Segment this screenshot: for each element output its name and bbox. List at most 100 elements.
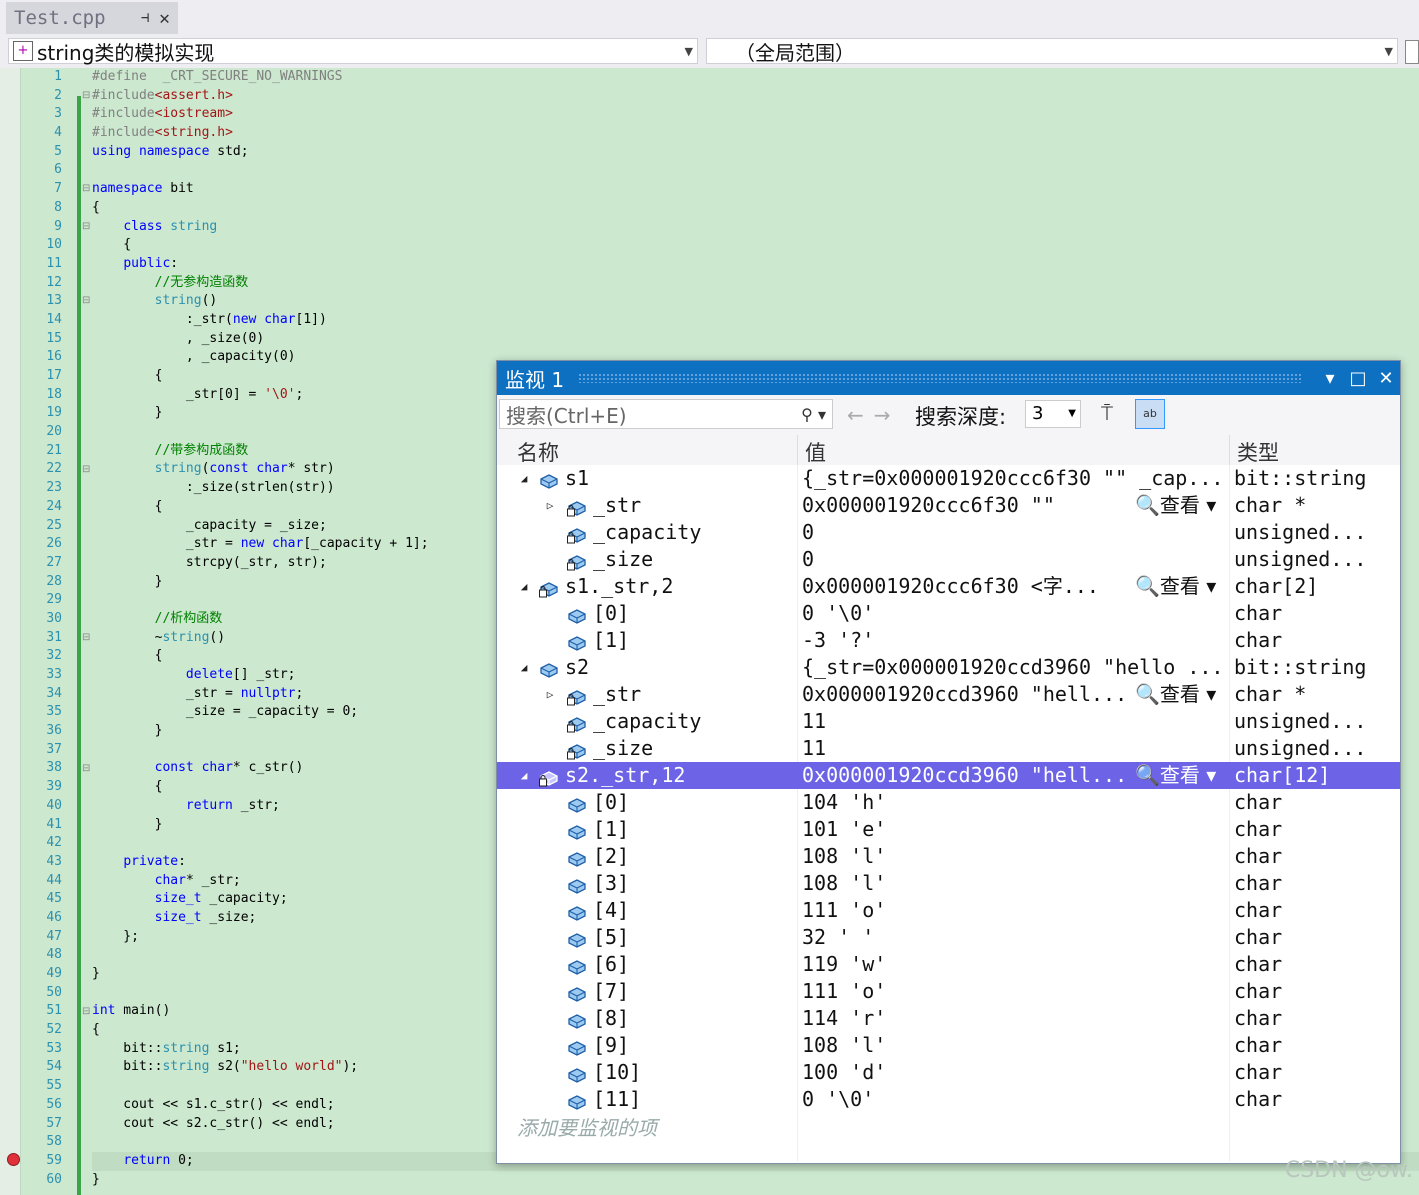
column-divider[interactable]: [1229, 435, 1230, 465]
view-visualizer-button[interactable]: 🔍查看 ▾: [1135, 681, 1216, 708]
drag-grip[interactable]: [578, 373, 1302, 383]
collapse-icon[interactable]: ⊟: [82, 221, 90, 232]
watch-row[interactable]: [0] 0 '\0' char: [497, 600, 1400, 627]
collapse-icon[interactable]: ⊟: [82, 633, 90, 643]
code-line[interactable]: , _size(0): [92, 330, 1419, 349]
code-line[interactable]: public:: [92, 255, 1419, 274]
watch-row-value[interactable]: 0 '\0': [802, 600, 1227, 627]
watch-row[interactable]: [1] -3 '?' char: [497, 627, 1400, 654]
watch-row[interactable]: [5] 32 ' ' char: [497, 924, 1400, 951]
watch-row[interactable]: [7] 111 'o' char: [497, 978, 1400, 1005]
add-watch-row[interactable]: 添加要监视的项: [497, 1115, 1400, 1142]
hex-display-icon[interactable]: ab: [1135, 399, 1165, 429]
watch-row-value[interactable]: 101 'e': [802, 816, 1227, 843]
breakpoint-icon[interactable]: [7, 1153, 20, 1166]
watch-row[interactable]: [8] 114 'r' char: [497, 1005, 1400, 1032]
watch-row-value[interactable]: 111 'o': [802, 897, 1227, 924]
code-line[interactable]: [92, 161, 1419, 180]
watch-row-value[interactable]: 11: [802, 708, 1227, 735]
watch-row[interactable]: _size 11 unsigned...: [497, 735, 1400, 762]
watch-row[interactable]: _size 0 unsigned...: [497, 546, 1400, 573]
collapse-icon[interactable]: ◢: [517, 573, 531, 600]
search-icon[interactable]: ⚲ ▾: [801, 405, 826, 424]
watch-row[interactable]: ◢ s1._str,2 0x000001920ccc6f30 <字... 🔍查看 ▾ c…: [497, 573, 1400, 600]
watch-row[interactable]: [1] 101 'e' char: [497, 816, 1400, 843]
maximize-icon[interactable]: □: [1344, 368, 1372, 389]
code-line[interactable]: using namespace std;: [92, 143, 1419, 162]
watch-row-value[interactable]: 119 'w': [802, 951, 1227, 978]
code-line[interactable]: #define _CRT_SECURE_NO_WARNINGS: [92, 68, 1419, 87]
code-line[interactable]: #include<string.h>: [92, 124, 1419, 143]
watch-row[interactable]: [11] 0 '\0' char: [497, 1086, 1400, 1113]
watch-search-input[interactable]: 搜索(Ctrl+E) ⚲ ▾: [499, 399, 833, 429]
watch-row-value[interactable]: 0 '\0': [802, 1086, 1227, 1113]
watch-row[interactable]: ◢ s1 {_str=0x000001920ccc6f30 "" _cap... bi…: [497, 465, 1400, 492]
collapse-icon[interactable]: ◢: [517, 762, 531, 789]
project-scope-dropdown[interactable]: + string类的模拟实现 ▼: [8, 38, 698, 65]
code-line[interactable]: //无参构造函数: [92, 274, 1419, 293]
collapse-icon[interactable]: ⊟: [82, 464, 90, 475]
watch-row[interactable]: [2] 108 'l' char: [497, 843, 1400, 870]
watch-window[interactable]: 监视 1 ▾ □ ✕ 搜索(Ctrl+E) ⚲ ▾ ←→ 搜索深度: 3 ▼ ⍑…: [496, 360, 1401, 1164]
view-visualizer-button[interactable]: 🔍查看 ▾: [1135, 762, 1216, 789]
collapse-icon[interactable]: ◢: [517, 654, 531, 681]
watch-row-value[interactable]: 11: [802, 735, 1227, 762]
close-icon[interactable]: ✕: [1372, 368, 1400, 389]
collapse-icon[interactable]: ⊟: [82, 184, 90, 194]
search-nav-arrows-icon[interactable]: ←→: [847, 403, 901, 427]
watch-row[interactable]: [10] 100 'd' char: [497, 1059, 1400, 1086]
code-line[interactable]: class string: [92, 218, 1419, 237]
view-visualizer-button[interactable]: 🔍查看 ▾: [1135, 492, 1216, 519]
watch-row[interactable]: [0] 104 'h' char: [497, 789, 1400, 816]
watch-row-value[interactable]: 108 'l': [802, 843, 1227, 870]
pin-icon[interactable]: ⊣: [141, 10, 149, 26]
column-name-header[interactable]: 名称: [517, 437, 559, 467]
global-scope-dropdown[interactable]: （全局范围） ▼: [706, 38, 1398, 65]
pin-column-icon[interactable]: ⍑: [1101, 401, 1113, 425]
expand-icon[interactable]: ▷: [543, 681, 557, 708]
code-line[interactable]: {: [92, 236, 1419, 255]
code-line[interactable]: #include<assert.h>: [92, 87, 1419, 106]
watch-row-value[interactable]: 0: [802, 546, 1227, 573]
watch-row[interactable]: [3] 108 'l' char: [497, 870, 1400, 897]
collapse-icon[interactable]: ⊟: [82, 90, 90, 101]
code-line[interactable]: }: [92, 1171, 1419, 1190]
code-line[interactable]: :_str(new char[1]): [92, 311, 1419, 330]
watch-row[interactable]: [4] 111 'o' char: [497, 897, 1400, 924]
watch-row-value[interactable]: 108 'l': [802, 1032, 1227, 1059]
watch-row[interactable]: ▷ _str 0x000001920ccd3960 "hell... 🔍查看 ▾ cha…: [497, 681, 1400, 708]
watch-row[interactable]: ▷ _str 0x000001920ccc6f30 "" 🔍查看 ▾ char *: [497, 492, 1400, 519]
watch-row-value[interactable]: 108 'l': [802, 870, 1227, 897]
watch-row[interactable]: _capacity 11 unsigned...: [497, 708, 1400, 735]
watch-row-value[interactable]: 100 'd': [802, 1059, 1227, 1086]
watch-row-value[interactable]: -3 '?': [802, 627, 1227, 654]
code-line[interactable]: {: [92, 199, 1419, 218]
watch-row[interactable]: [6] 119 'w' char: [497, 951, 1400, 978]
column-type-header[interactable]: 类型: [1237, 437, 1279, 467]
watch-row-value[interactable]: 114 'r': [802, 1005, 1227, 1032]
indicator-margin[interactable]: [0, 68, 20, 1195]
code-line[interactable]: string(): [92, 292, 1419, 311]
column-value-header[interactable]: 值: [805, 437, 826, 467]
watch-title-bar[interactable]: 监视 1 ▾ □ ✕: [497, 361, 1400, 395]
code-line[interactable]: namespace bit: [92, 180, 1419, 199]
watch-row-value[interactable]: {_str=0x000001920ccd3960 "hello ...: [802, 654, 1227, 681]
watch-row-value[interactable]: {_str=0x000001920ccc6f30 "" _cap...: [802, 465, 1227, 492]
expand-icon[interactable]: ▷: [543, 492, 557, 519]
member-dropdown-edge[interactable]: [1405, 40, 1419, 64]
code-line[interactable]: #include<iostream>: [92, 105, 1419, 124]
watch-row[interactable]: [9] 108 'l' char: [497, 1032, 1400, 1059]
watch-row[interactable]: ◢ s2 {_str=0x000001920ccd3960 "hello ... bi…: [497, 654, 1400, 681]
watch-row[interactable]: ◢ s2._str,12 0x000001920ccd3960 "hell... 🔍查…: [497, 762, 1400, 789]
window-menu-icon[interactable]: ▾: [1316, 368, 1344, 389]
collapse-icon[interactable]: ⊟: [82, 763, 90, 774]
collapse-icon[interactable]: ⊟: [82, 296, 90, 306]
column-divider[interactable]: [797, 435, 798, 465]
collapse-icon[interactable]: ◢: [517, 465, 531, 492]
view-visualizer-button[interactable]: 🔍查看 ▾: [1135, 573, 1216, 600]
collapse-icon[interactable]: ⊟: [82, 1007, 90, 1017]
watch-row-value[interactable]: 104 'h': [802, 789, 1227, 816]
watch-row-value[interactable]: 111 'o': [802, 978, 1227, 1005]
close-icon[interactable]: ✕: [159, 8, 170, 29]
watch-row[interactable]: _capacity 0 unsigned...: [497, 519, 1400, 546]
